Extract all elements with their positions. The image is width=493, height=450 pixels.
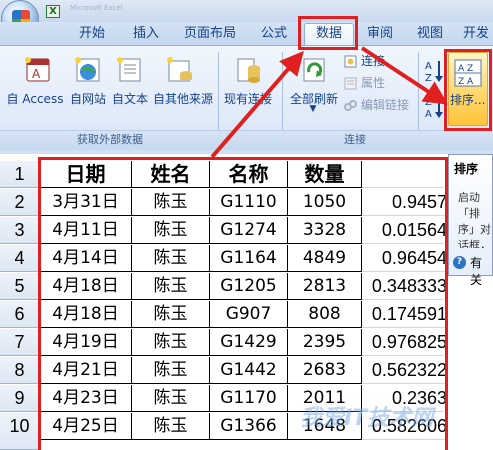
arrow-to-data-tab bbox=[210, 50, 304, 159]
annotation-arrows bbox=[210, 46, 449, 159]
arrow-to-sort-button bbox=[360, 46, 449, 105]
watermark: 我爱IT技术网 bbox=[300, 406, 434, 431]
